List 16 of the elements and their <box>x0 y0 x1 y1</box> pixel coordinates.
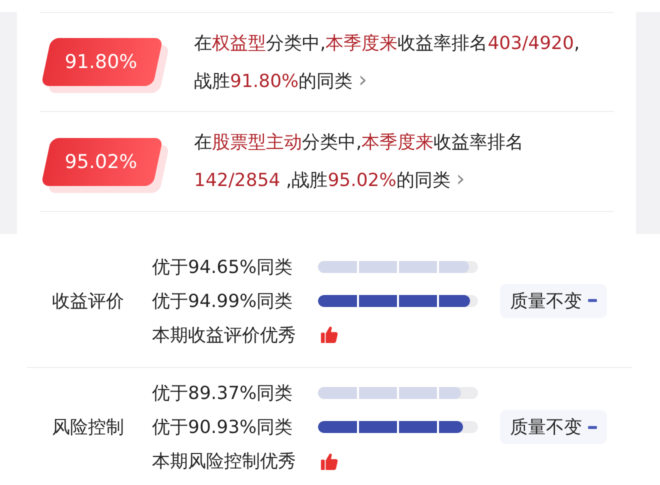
thumbs-up-icon <box>320 325 339 344</box>
quality-status-tag: 质量不变 <box>500 284 607 318</box>
percent-badge: 91.80% <box>40 38 174 94</box>
thumbs-up-icon <box>320 452 339 470</box>
percent-badge: 95.02% <box>40 138 174 194</box>
ranking-text[interactable]: 在股票型主动分类中,本季度来收益率排名 142/2854 ,战胜95.02%的同类 › <box>194 124 594 199</box>
category-label: 收益评价 <box>51 290 125 312</box>
percentile-text: 优于94.65%同类 <box>152 256 294 278</box>
percentile-text: 优于94.99%同类 <box>152 290 294 312</box>
verdict-text: 本期收益评价优秀 <box>152 324 297 346</box>
category-label: 风险控制 <box>51 416 125 439</box>
quality-status-tag: 质量不变 <box>500 410 607 444</box>
percentile-text: 优于89.37%同类 <box>152 382 294 405</box>
percentile-text: 优于90.93%同类 <box>152 416 294 439</box>
ranking-text[interactable]: 在权益型分类中,本季度来收益率排名 403/4920,战胜91.80%的同类 › <box>194 24 594 100</box>
verdict-text: 本期风险控制优秀 <box>152 450 297 473</box>
